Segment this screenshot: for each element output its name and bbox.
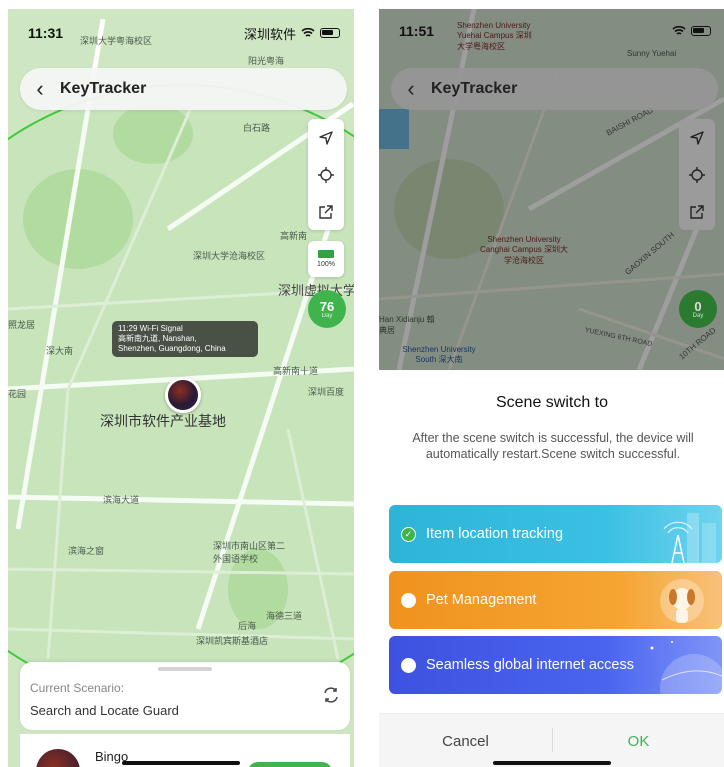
map-label: 花园 [8,389,27,399]
map-label: 阳光粤海 [248,56,285,66]
navigate-icon[interactable] [308,119,344,156]
map-label: 滨海大道 [103,495,140,505]
battery-icon [691,26,711,36]
wifi-icon [301,25,315,41]
option-label: Pet Management [426,592,537,608]
map-label: 高新南十道 [273,366,319,376]
sheet-description: After the scene switch is successful, th… [412,431,694,461]
map-label: 高新南 [280,231,308,241]
back-icon[interactable]: ‹ [20,68,60,110]
navigate-icon[interactable] [679,119,715,156]
sheet-title: Scene switch to [495,394,609,411]
battery-percentage: 100% [317,261,335,268]
status-bar: 11:51 [399,23,711,39]
device-location-pin[interactable] [165,377,201,413]
day-unit: Day [692,312,704,319]
day-count: 76 [319,298,335,314]
option-item-location-tracking[interactable]: ✓ Item location tracking [389,505,722,563]
device-action-button[interactable] [248,762,332,767]
device-avatar [36,749,80,767]
option-seamless-global-internet[interactable]: Seamless global internet access [389,636,722,694]
battery-icon [320,28,340,38]
day-count-badge[interactable]: 76 Day [308,290,346,328]
map-toolbar [308,119,344,230]
current-scenario-value: Search and Locate Guard [30,703,179,718]
map-label: 深圳市软件产业基地 [100,413,226,429]
scene-switch-screen: Shenzhen University Yuehai Campus 深圳大学粤海… [379,9,724,767]
back-icon[interactable]: ‹ [391,76,431,102]
modal-backdrop[interactable] [379,9,724,370]
map-label: 深圳百度 [308,387,345,397]
map-label: 照龙居 [8,320,36,330]
map-toolbar [679,119,715,230]
status-time: 11:51 [399,23,435,39]
nav-bar: ‹ KeyTracker [391,68,718,110]
status-carrier: 深圳软件 [243,26,296,42]
day-count: 0 [694,298,702,314]
nav-bar: ‹ KeyTracker [20,68,347,110]
locate-crosshair-icon[interactable] [679,156,715,193]
share-icon[interactable] [679,193,715,230]
switch-scenario-icon[interactable] [322,687,340,708]
map-label: 深大南 [46,346,74,356]
current-scenario-label: Current Scenario: [30,681,125,695]
share-icon[interactable] [308,193,344,230]
sheet-footer: Cancel OK [379,713,724,767]
tracking-tower-icon [663,513,716,563]
map-label: 后海 [238,621,257,631]
day-unit: Day [321,312,333,319]
locate-crosshair-icon[interactable] [308,156,344,193]
device-battery-card: 100% [308,241,344,277]
map-label: 深圳市南山区第二外国语学校 [213,541,286,564]
sheet-grabber[interactable] [158,667,212,671]
status-time: 11:31 [28,25,64,41]
home-indicator[interactable] [122,761,240,765]
location-info-bubble: 11:29 Wi-Fi Signal 高新南九道, Nanshan, Shenz… [112,321,258,357]
location-time-source: 11:29 Wi-Fi Signal [118,324,183,333]
map-label: 滨海之窗 [68,546,105,556]
day-count-badge[interactable]: 0 Day [679,290,717,328]
location-address-line2: Shenzhen, Guangdong, China [118,344,226,353]
page-title: KeyTracker [431,80,518,97]
option-label: Item location tracking [426,526,564,542]
scene-switch-sheet: Scene switch to After the scene switch i… [379,370,724,767]
map-label: 白石路 [243,123,271,133]
option-label: Seamless global internet access [426,657,634,673]
location-address-line1: 高新南九道, Nanshan, [118,334,197,343]
wifi-icon [672,23,686,39]
radio-unchecked-icon[interactable] [401,657,416,673]
scenario-card[interactable]: Current Scenario: Search and Locate Guar… [20,662,350,730]
map-label: 深圳大学沧海校区 [193,251,266,261]
cancel-button[interactable]: Cancel [379,714,552,767]
page-title: KeyTracker [60,80,147,97]
map-label: 深圳凯宾斯基酒店 [196,636,269,646]
dog-icon [660,579,704,623]
map-label: 海德三道 [266,611,303,621]
radio-checked-icon[interactable]: ✓ [401,526,416,542]
status-bar: 11:31 深圳软件 [28,23,340,43]
home-indicator[interactable] [493,761,611,765]
ok-button[interactable]: OK [552,714,724,767]
map-screen: 深圳大学粤海校区 阳光粤海 白石路 高新南 深圳大学沧海校区 深圳虚拟大学 照龙… [8,9,354,767]
map-canvas-dimmed: Shenzhen University Yuehai Campus 深圳大学粤海… [379,9,724,370]
radio-unchecked-icon[interactable] [401,592,416,608]
battery-level-icon [318,250,334,258]
globe-icon [650,641,722,694]
option-pet-management[interactable]: Pet Management [389,571,722,629]
